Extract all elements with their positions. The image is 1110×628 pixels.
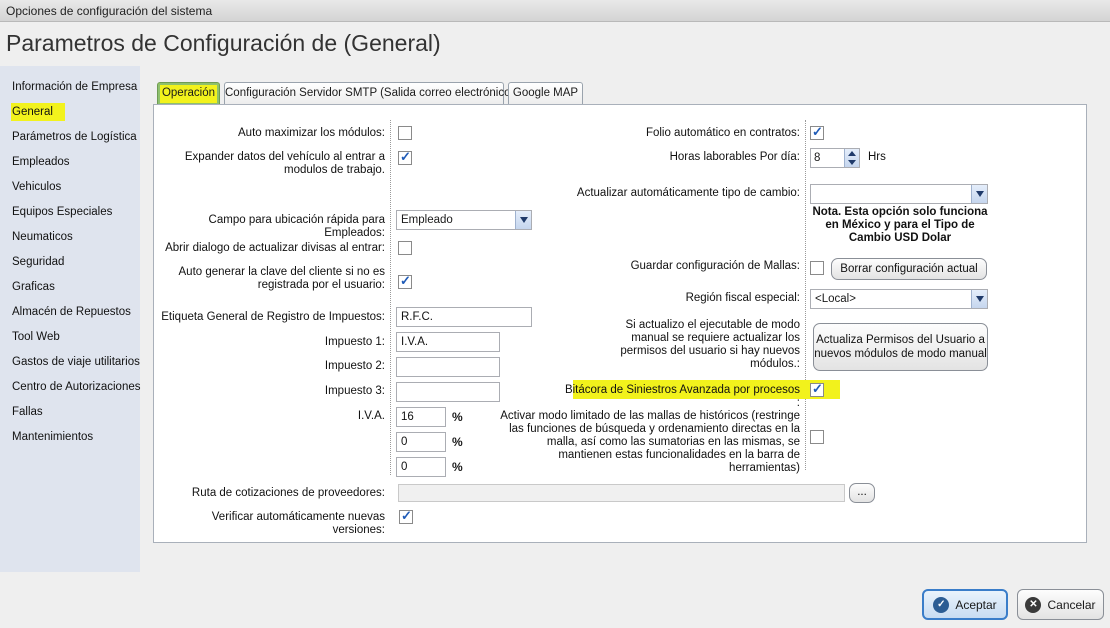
column-divider-right [805,120,806,470]
checkmark-icon: ✓ [400,149,411,164]
percent-sign: % [452,435,463,449]
page-title: Parametros de Configuración de (General) [6,30,441,56]
accept-button[interactable]: ✓ Aceptar [922,589,1008,620]
tab-google-map[interactable]: Google MAP [508,82,583,105]
percent-sign: % [452,460,463,474]
sidebar-item-empleados[interactable]: Empleados [11,153,71,171]
sidebar-item-general[interactable]: General [11,103,65,121]
accept-label: Aceptar [955,597,997,612]
browse-button[interactable]: ... [849,483,875,503]
impuesto3-input[interactable] [396,382,500,402]
currency-dialog-label: Abrir dialogo de actualizar divisas al e… [165,242,385,254]
tire-config-label: Guardar configuración de Mallas: [630,260,800,272]
sidebar-item-toolweb[interactable]: Tool Web [11,328,61,346]
quotes-path-label: Ruta de cotizaciones de proveedores: [191,487,385,499]
impuesto1-input[interactable]: I.V.A. [396,332,500,352]
folio-label: Folio automático en contratos: [645,127,800,139]
sidebar-item-logistica[interactable]: Parámetros de Logística [11,128,138,146]
fiscal-region-label: Región fiscal especial: [685,292,800,304]
checkmark-icon: ✓ [812,124,823,139]
work-hours-unit: Hrs [868,151,886,163]
sidebar-item-mantenimientos[interactable]: Mantenimientos [11,428,94,446]
work-hours-label: Horas laborables Por día: [669,151,800,163]
sidebar: Información de Empresa General Parámetro… [0,66,142,572]
sidebar-item-vehiculos[interactable]: Vehiculos [11,178,62,196]
quick-field-value: Empleado [401,214,453,226]
tab-operacion[interactable]: Operación [157,82,220,105]
chevron-down-icon [971,290,987,308]
incident-log-checkbox[interactable]: ✓ [810,381,824,397]
percent-sign: % [452,410,463,424]
incident-log-label: Bitácora de Siniestros Avanzada por proc… [564,384,800,409]
impuesto2-label: Impuesto 2: [324,360,385,372]
fiscal-region-select[interactable]: <Local> [810,289,988,309]
expand-vehicle-label: Expander datos del vehículo al entrar a … [184,151,385,176]
expand-vehicle-checkbox[interactable]: ✓ [398,149,412,165]
chevron-down-icon [971,185,987,203]
iva-input-3[interactable]: 0 [396,457,446,477]
impuesto3-label: Impuesto 3: [324,385,385,397]
auto-maximize-checkbox[interactable] [398,126,412,140]
sidebar-item-neumaticos[interactable]: Neumaticos [11,228,74,246]
sidebar-item-empresa[interactable]: Información de Empresa [11,78,138,96]
auto-maximize-label: Auto maximizar los módulos: [238,127,385,139]
sidebar-item-seguridad[interactable]: Seguridad [11,253,65,271]
checkmark-icon: ✓ [812,381,823,396]
quick-field-label: Campo para ubicación rápida para Emplead… [208,214,385,239]
sidebar-item-graficas[interactable]: Graficas [11,278,56,296]
tire-config-checkbox[interactable] [810,261,824,275]
clear-config-button[interactable]: Borrar configuración actual [831,258,987,280]
update-permissions-button[interactable]: Actualiza Permisos del Usuario a nuevos … [813,323,988,371]
impuesto2-input[interactable] [396,357,500,377]
window-titlebar: Opciones de configuración del sistema [0,0,1110,22]
sidebar-item-autorizaciones[interactable]: Centro de Autorizaciones [11,378,142,396]
chevron-down-icon [515,211,531,229]
sidebar-item-almacen[interactable]: Almacén de Repuestos [11,303,132,321]
close-circle-icon: ✕ [1025,596,1042,613]
folio-checkbox[interactable]: ✓ [810,124,824,140]
limited-mode-label: Activar modo limitado de las mallas de h… [500,410,800,474]
iva-label: I.V.A. [357,410,385,422]
permissions-label: Si actualizo el ejecutable de modo manua… [620,319,800,370]
auto-update-checkbox[interactable]: ✓ [399,508,413,524]
sidebar-item-equipos[interactable]: Equipos Especiales [11,203,113,221]
checkmark-icon: ✓ [401,508,412,523]
tab-smtp[interactable]: Configuración Servidor SMTP (Salida corr… [224,82,514,105]
sidebar-item-gastos[interactable]: Gastos de viaje utilitarios [11,353,141,371]
sidebar-item-fallas[interactable]: Fallas [11,403,44,421]
fiscal-region-value: <Local> [815,293,856,305]
quick-field-select[interactable]: Empleado [396,210,532,230]
currency-dialog-checkbox[interactable] [398,241,412,255]
check-circle-icon: ✓ [933,596,950,613]
auto-client-key-checkbox[interactable]: ✓ [398,273,412,289]
column-divider-left [390,120,391,475]
tax-label-input[interactable]: R.F.C. [396,307,532,327]
impuesto1-label: Impuesto 1: [324,336,385,348]
iva-input-1[interactable]: 16 [396,407,446,427]
auto-update-label: Verificar automáticamente nuevas version… [211,511,385,536]
auto-client-key-label: Auto generar la clave del cliente si no … [178,266,385,291]
cancel-label: Cancelar [1047,597,1096,612]
exchange-rate-note: Nota. Esta opción solo funciona en Méxic… [812,206,988,244]
tax-label-label: Etiqueta General de Registro de Impuesto… [161,311,385,323]
work-hours-value: 8 [814,152,821,164]
limited-mode-checkbox[interactable] [810,430,824,444]
work-hours-spinner[interactable]: 8 [810,148,860,168]
exchange-rate-label: Actualizar automáticamente tipo de cambi… [576,187,800,199]
quotes-path-input[interactable] [398,484,845,502]
cancel-button[interactable]: ✕ Cancelar [1017,589,1104,620]
checkmark-icon: ✓ [400,273,411,288]
spinner-arrows-icon[interactable] [844,149,859,167]
iva-input-2[interactable]: 0 [396,432,446,452]
exchange-rate-select[interactable] [810,184,988,204]
window-title: Opciones de configuración del sistema [6,4,213,18]
